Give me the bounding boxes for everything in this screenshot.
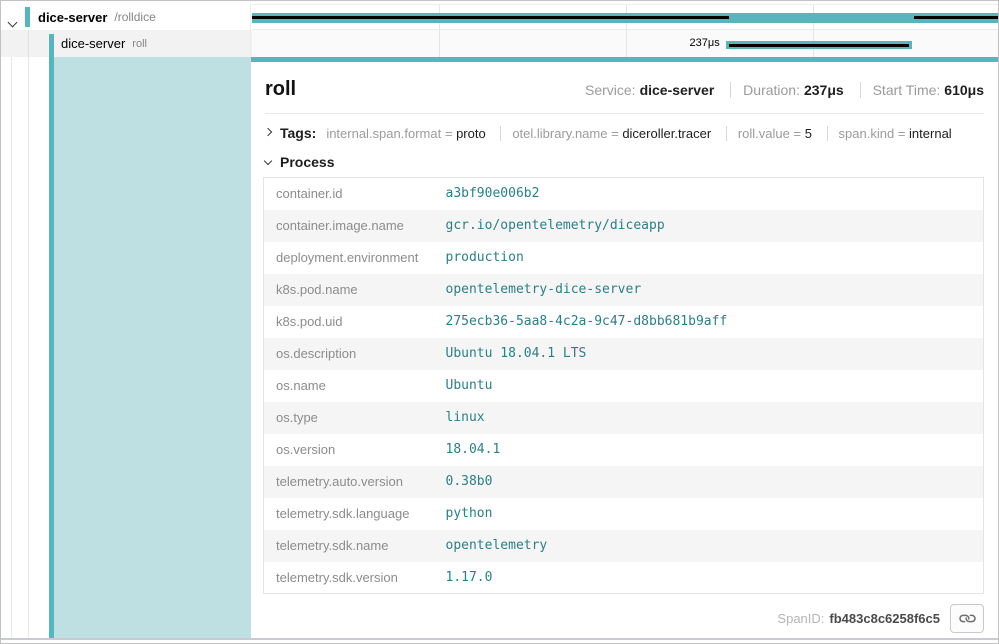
span-meta: Service:dice-server Duration:237μs Start… — [585, 82, 984, 98]
process-label[interactable]: Process — [280, 154, 334, 170]
timeline-cell: 237μs — [252, 30, 998, 57]
process-key: k8s.pod.uid — [264, 306, 434, 338]
tags-label[interactable]: Tags: — [280, 125, 316, 141]
process-key: container.image.name — [264, 210, 434, 242]
timeline-gridline — [439, 30, 440, 57]
span-row-rolldice[interactable]: dice-server /rolldice — [1, 4, 998, 30]
span-title: roll — [265, 78, 296, 101]
process-key-value-table: container.id a3bf90e006b2 container.imag… — [263, 177, 984, 594]
process-table-row: telemetry.sdk.version 1.17.0 — [264, 562, 984, 594]
process-key: os.name — [264, 370, 434, 402]
meta-item: Duration:237μs — [730, 82, 844, 98]
process-table-row: os.version 18.04.1 — [264, 434, 984, 466]
service-name[interactable]: dice-server — [38, 10, 107, 25]
process-value: python — [434, 498, 984, 530]
process-key: telemetry.sdk.name — [264, 530, 434, 562]
span-detail-panel: roll Service:dice-server Duration:237μs … — [251, 57, 998, 638]
critical-path-segment — [252, 16, 729, 19]
process-value: 18.04.1 — [434, 434, 984, 466]
process-key: deployment.environment — [264, 242, 434, 274]
process-value: 275ecb36-5aa8-4c2a-9c47-d8bb681b9aff — [434, 306, 984, 338]
process-key: telemetry.sdk.version — [264, 562, 434, 594]
operation-name: roll — [132, 38, 147, 50]
trace-view-page: dice-server /rolldice dice-server roll 2… — [0, 0, 999, 644]
meta-item: Service:dice-server — [585, 82, 714, 98]
process-table-row: telemetry.auto.version 0.38b0 — [264, 466, 984, 498]
meta-item: Start Time:610μs — [860, 82, 984, 98]
process-key: container.id — [264, 178, 434, 210]
service-name[interactable]: dice-server — [61, 36, 125, 51]
span-bar-roll[interactable] — [726, 41, 913, 49]
chevron-down-icon — [264, 157, 272, 165]
deep-link-button[interactable] — [950, 604, 984, 633]
critical-path-segment — [914, 16, 998, 19]
process-key: os.description — [264, 338, 434, 370]
process-value: gcr.io/opentelemetry/diceapp — [434, 210, 984, 242]
process-table-row: os.type linux — [264, 402, 984, 434]
indent-guide — [28, 30, 29, 57]
span-duration-label: 237μs — [690, 37, 720, 49]
process-value: 1.17.0 — [434, 562, 984, 594]
timeline-cell — [252, 4, 998, 30]
process-table-row: k8s.pod.name opentelemetry-dice-server — [264, 274, 984, 306]
selected-row-left-region — [1, 57, 251, 638]
process-table-row: os.description Ubuntu 18.04.1 LTS — [264, 338, 984, 370]
process-key: os.type — [264, 402, 434, 434]
timeline-gridline — [626, 30, 627, 57]
span-name-cell-rolldice[interactable]: dice-server /rolldice — [1, 4, 251, 30]
selected-row-highlight — [54, 57, 251, 638]
chevron-right-icon — [264, 128, 272, 136]
link-icon — [956, 608, 977, 629]
process-value: production — [434, 242, 984, 274]
process-value: opentelemetry — [434, 530, 984, 562]
process-table-row: os.name Ubuntu — [264, 370, 984, 402]
tag-item: roll.value = 5 — [726, 126, 812, 141]
process-key: telemetry.sdk.language — [264, 498, 434, 530]
span-detail-footer: SpanID: fb483c8c6258f6c5 — [263, 604, 984, 633]
spanid-label: SpanID: — [777, 611, 824, 626]
process-table-row: telemetry.sdk.language python — [264, 498, 984, 530]
chevron-down-icon — [8, 18, 18, 28]
tags-section-header[interactable]: Tags: internal.span.format = proto otel.… — [265, 125, 984, 141]
tags-list: internal.span.format = proto otel.librar… — [316, 126, 951, 141]
indent-guide — [28, 57, 29, 638]
span-color-accent — [25, 7, 30, 27]
bottom-gap — [1, 640, 998, 644]
process-table-row: container.id a3bf90e006b2 — [264, 178, 984, 210]
process-table-row: k8s.pod.uid 275ecb36-5aa8-4c2a-9c47-d8bb… — [264, 306, 984, 338]
process-value: a3bf90e006b2 — [434, 178, 984, 210]
process-key: os.version — [264, 434, 434, 466]
tag-item: internal.span.format = proto — [326, 126, 485, 141]
process-table-row: container.image.name gcr.io/opentelemetr… — [264, 210, 984, 242]
process-value: opentelemetry-dice-server — [434, 274, 984, 306]
tag-item: span.kind = internal — [827, 126, 952, 141]
process-key: telemetry.auto.version — [264, 466, 434, 498]
process-section-header[interactable]: Process — [265, 154, 984, 170]
span-detail-header: roll Service:dice-server Duration:237μs … — [265, 62, 984, 114]
process-value: Ubuntu — [434, 370, 984, 402]
spanid-value: fb483c8c6258f6c5 — [829, 611, 940, 626]
process-value: Ubuntu 18.04.1 LTS — [434, 338, 984, 370]
operation-name: /rolldice — [114, 10, 155, 24]
process-key: k8s.pod.name — [264, 274, 434, 306]
span-bar-rolldice[interactable] — [252, 13, 998, 23]
process-value: 0.38b0 — [434, 466, 984, 498]
process-value: linux — [434, 402, 984, 434]
span-color-accent — [49, 34, 54, 57]
process-table-row: deployment.environment production — [264, 242, 984, 274]
collapse-children-button[interactable] — [9, 13, 16, 31]
span-name-cell-roll[interactable]: dice-server roll — [1, 30, 251, 57]
span-row-roll[interactable]: dice-server roll 237μs — [1, 30, 998, 57]
tag-item: otel.library.name = diceroller.tracer — [500, 126, 711, 141]
critical-path-segment — [729, 44, 910, 47]
indent-guide — [11, 57, 12, 638]
process-table-row: telemetry.sdk.name opentelemetry — [264, 530, 984, 562]
